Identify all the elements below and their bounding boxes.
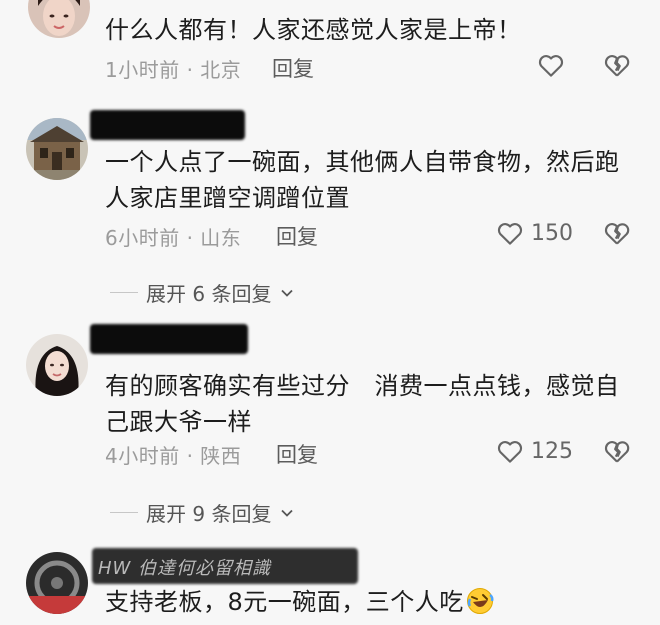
rolling-on-floor-laughing-emoji (466, 587, 494, 615)
avatar[interactable] (26, 552, 88, 614)
comment-text: 支持老板，8元一碗面，三个人吃 (105, 584, 645, 620)
reply-button[interactable]: 回复 (272, 53, 314, 83)
dislike-button[interactable] (602, 50, 632, 80)
comment-text: 有的顾客确实有些过分 消费一点点钱，感觉自己跟大爷一样 (105, 372, 620, 436)
like-count: 125 (531, 438, 573, 464)
comment-item: 什么人都有！人家还感觉人家是上帝！ 1小时前 · 北京 回复 (0, 0, 660, 90)
avatar[interactable] (26, 334, 88, 396)
reply-button[interactable]: 回复 (276, 439, 318, 469)
comment-text: 一个人点了一碗面，其他俩人自带食物，然后跑人家店里蹭空调蹭位置 (105, 148, 620, 212)
dislike-button[interactable] (602, 436, 632, 466)
divider-line (110, 292, 138, 293)
avatar[interactable] (28, 0, 90, 38)
broken-heart-icon (604, 441, 630, 463)
username-partial: HW 伯達何必留相識 (98, 558, 272, 579)
like-button[interactable]: 125 (495, 436, 573, 466)
broken-heart-icon (604, 223, 630, 245)
avatar[interactable] (26, 118, 88, 180)
comment-meta: 1小时前 · 北京 (105, 58, 242, 82)
expand-replies-label: 展开 6 条回复 (146, 282, 272, 306)
comment-text-content: 支持老板，8元一碗面，三个人吃 (105, 588, 464, 616)
comment-meta: 6小时前 · 山东 (105, 226, 242, 250)
comment-item: HW 伯達何必留相識 支持老板，8元一碗面，三个人吃 (0, 540, 660, 621)
redacted-username (90, 324, 248, 354)
comment-item: 有的顾客确实有些过分 消费一点点钱，感觉自己跟大爷一样 4小时前 · 陕西 回复… (0, 322, 660, 527)
expand-replies-button[interactable]: 展开 9 条回复 (110, 498, 295, 527)
comment-item: 一个人点了一碗面，其他俩人自带食物，然后跑人家店里蹭空调蹭位置 6小时前 · 山… (0, 108, 660, 308)
expand-replies-button[interactable]: 展开 6 条回复 (110, 278, 295, 307)
heart-icon (538, 55, 564, 77)
chevron-down-icon (281, 289, 294, 297)
comment-text: 什么人都有！人家还感觉人家是上帝！ (105, 16, 522, 44)
dislike-button[interactable] (602, 218, 632, 248)
chevron-down-icon (281, 509, 294, 517)
like-button[interactable]: 150 (495, 218, 573, 248)
expand-replies-label: 展开 9 条回复 (146, 502, 272, 526)
like-count: 150 (531, 220, 573, 246)
broken-heart-icon (604, 55, 630, 77)
heart-icon (497, 223, 523, 245)
heart-icon (497, 441, 523, 463)
like-button[interactable] (536, 50, 566, 80)
redacted-username (90, 110, 245, 140)
comment-meta: 4小时前 · 陕西 (105, 444, 242, 468)
reply-button[interactable]: 回复 (276, 221, 318, 251)
divider-line (110, 512, 138, 513)
